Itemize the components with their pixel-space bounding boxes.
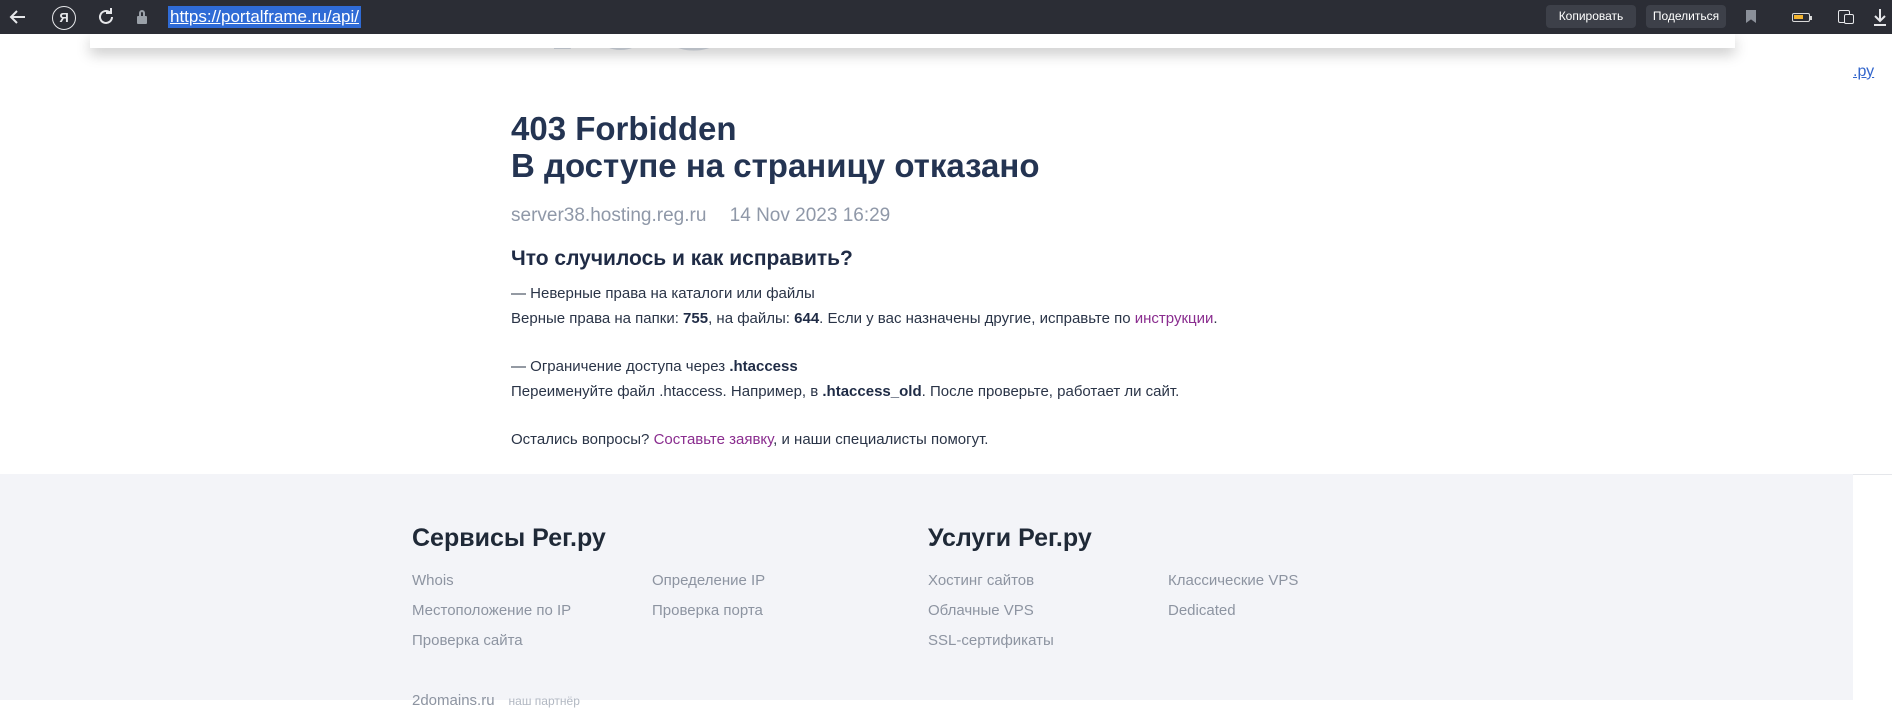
footer-link-site-check[interactable]: Проверка сайта [412, 632, 523, 649]
help-heading: Что случилось и как исправить? [511, 247, 853, 270]
reload-icon[interactable] [94, 5, 118, 29]
item2-text-a: Переименуйте файл .htaccess. Например, в [511, 383, 823, 400]
server-meta: server38.hosting.reg.ru 14 Nov 2023 16:2… [511, 205, 890, 227]
battery-body [1792, 13, 1810, 22]
footer-link-ssl[interactable]: SSL-сертификаты [928, 632, 1054, 649]
item2-text: Переименуйте файл .htaccess. Например, в… [511, 383, 1179, 400]
services-heading: Сервисы Рег.ру [412, 524, 606, 552]
htaccess-name: .htaccess [729, 358, 798, 375]
server-name: server38.hosting.reg.ru [511, 205, 707, 226]
lock-body [137, 16, 147, 24]
extensions-icon[interactable] [1834, 5, 1858, 29]
footer [0, 474, 1853, 700]
battery-level [1794, 15, 1803, 19]
item1-text: Верные права на папки: 755, на файлы: 64… [511, 310, 1218, 327]
htaccess-old-name: .htaccess_old [822, 383, 922, 400]
dirs-permission: 755 [683, 310, 709, 327]
questions-text-a: Остались вопросы? [511, 431, 654, 448]
footer-link-dedicated[interactable]: Dedicated [1168, 602, 1236, 619]
partner-link[interactable]: 2domains.ru [412, 692, 495, 709]
page-title: 403 Forbidden В доступе на страницу отка… [511, 110, 1040, 184]
browser-toolbar: Я https://portalframe.ru/api/ Копировать… [0, 0, 1892, 34]
battery-icon[interactable] [1790, 5, 1816, 29]
questions-text-b: , и наши специалисты помогут. [773, 431, 989, 448]
footer-link-ip-location[interactable]: Местоположение по IP [412, 602, 571, 619]
footer-link-hosting[interactable]: Хостинг сайтов [928, 572, 1034, 589]
footer-link-classic-vps[interactable]: Классические VPS [1168, 572, 1298, 589]
edge-divider [1853, 474, 1892, 475]
ticket-link[interactable]: Составьте заявку [654, 431, 774, 448]
footer-link-whois[interactable]: Whois [412, 572, 454, 589]
item2-text-c: . После проверьте, работает ли сайт. [921, 383, 1180, 400]
item1-text-c: . Если у вас назначены другие, исправьте… [819, 310, 1135, 327]
bookmark-shape [1746, 10, 1756, 23]
address-bar-url[interactable]: https://portalframe.ru/api/ [168, 6, 361, 28]
footer-link-cloud-vps[interactable]: Облачные VPS [928, 602, 1034, 619]
battery-tip [1810, 16, 1812, 20]
title-line-1: 403 Forbidden [511, 110, 737, 147]
item2-title-a: — Ограничение доступа через [511, 358, 730, 375]
item2-title: — Ограничение доступа через .htaccess [511, 358, 798, 375]
footer-partner-line: 2domains.ru наш партнёр [412, 692, 580, 709]
offers-heading: Услуги Рег.ру [928, 524, 1092, 552]
partner-label: наш партнёр [508, 694, 580, 708]
item1-text-d: . [1213, 310, 1218, 327]
item1-text-b: , на файлы: [708, 310, 795, 327]
instructions-link[interactable]: инструкции [1135, 310, 1214, 327]
extensions-front-square [1844, 14, 1854, 24]
title-line-2: В доступе на страницу отказано [511, 147, 1040, 184]
yandex-logo-icon[interactable]: Я [52, 6, 76, 30]
footer-link-port-check[interactable]: Проверка порта [652, 602, 763, 619]
back-arrow-icon[interactable] [6, 5, 30, 29]
download-icon[interactable] [1868, 5, 1892, 29]
edge-link-fragment[interactable]: .ру [1853, 63, 1874, 81]
popup-shadow-edge [90, 34, 1735, 48]
item1-text-a: Верные права на папки: [511, 310, 684, 327]
bookmark-icon[interactable] [1739, 5, 1763, 29]
share-button[interactable]: Поделиться [1646, 5, 1726, 28]
copy-button[interactable]: Копировать [1546, 5, 1636, 28]
footer-link-ip-lookup[interactable]: Определение IP [652, 572, 765, 589]
questions-line: Остались вопросы? Составьте заявку, и на… [511, 431, 988, 448]
lock-icon[interactable] [134, 5, 150, 29]
files-permission: 644 [794, 310, 820, 327]
error-datetime: 14 Nov 2023 16:29 [729, 205, 891, 226]
item1-title: — Неверные права на каталоги или файлы [511, 285, 815, 302]
